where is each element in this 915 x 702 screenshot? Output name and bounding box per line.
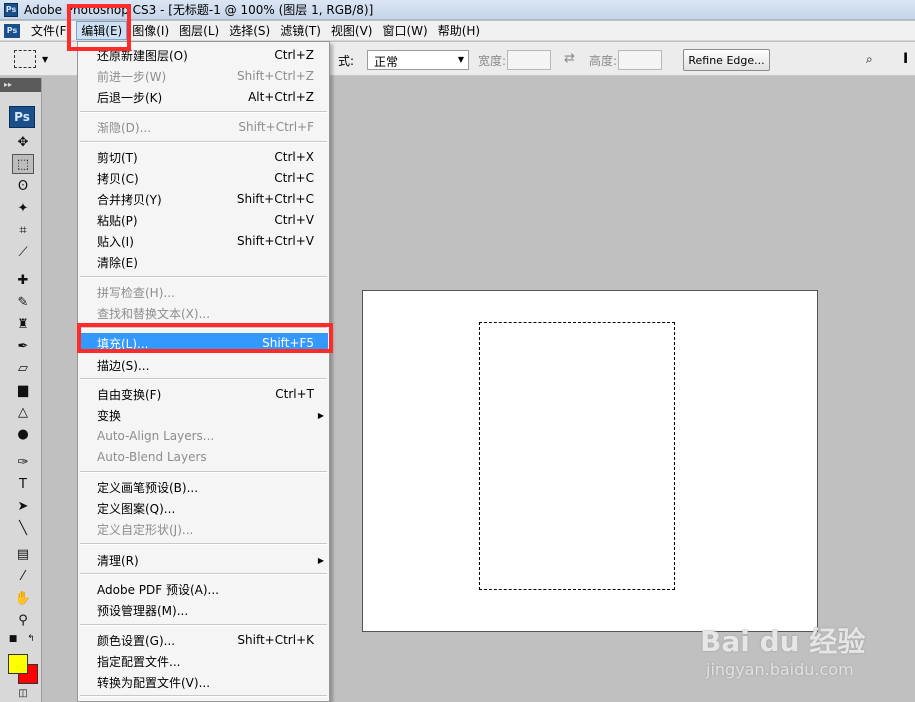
lasso-tool-icon[interactable]: ʘ <box>12 176 34 196</box>
menu-item-fade: 渐隐(D)... Shift+Ctrl+F <box>97 120 314 135</box>
annotation-highlight-edit-menu <box>67 4 131 51</box>
menu-separator <box>80 111 327 113</box>
width-label: 宽度: <box>478 54 507 68</box>
menu-item-auto-align-layers: Auto-Align Layers... <box>97 429 215 443</box>
marquee-tool-icon[interactable]: ⬚ <box>12 154 34 174</box>
menu-item-define-custom-shape: 定义自定形状(J)... <box>97 522 194 537</box>
menu-item-color-settings[interactable]: 颜色设置(G)... Shift+Ctrl+K <box>79 630 328 650</box>
menu-layer[interactable]: 图层(L) <box>174 21 224 40</box>
eyedropper-tool-icon[interactable]: ⁄ <box>12 566 34 586</box>
menu-item-copy-merged[interactable]: 合并拷贝(Y) Shift+Ctrl+C <box>79 189 328 209</box>
menu-item-cut[interactable]: 剪切(T) Ctrl+X <box>79 147 328 167</box>
path-selection-tool-icon[interactable]: ➤ <box>12 496 34 516</box>
photoshop-app-icon: Ps <box>4 2 18 17</box>
submenu-arrow-icon: ▶ <box>317 410 324 420</box>
panel-toggle-icon[interactable]: I <box>903 51 908 67</box>
menu-item-stroke[interactable]: 描边(S)... <box>79 355 328 375</box>
menu-item-copy[interactable]: 拷贝(C) Ctrl+C <box>79 168 328 188</box>
quick-mask-icon[interactable]: ◫ <box>12 686 34 700</box>
menu-separator <box>80 624 327 626</box>
hand-tool-icon[interactable]: ✋ <box>12 588 34 608</box>
move-tool-icon[interactable]: ✥ <box>12 132 34 152</box>
watermark-brand: Bai du 经验 <box>700 625 866 658</box>
menu-item-paste-into[interactable]: 贴入(I) Shift+Ctrl+V <box>79 231 328 251</box>
type-tool-icon[interactable]: T <box>12 474 34 494</box>
style-select[interactable]: 正常 ▼ <box>367 50 469 70</box>
edit-menu-dropdown: 还原新建图层(O) Ctrl+Z 前进一步(W) Shift+Ctrl+Z 后退一步… <box>77 41 330 702</box>
swap-icon[interactable]: ⇄ <box>564 51 575 66</box>
healing-brush-tool-icon[interactable]: ✚ <box>12 270 34 290</box>
menu-separator <box>80 276 327 278</box>
menu-item-step-backward[interactable]: 后退一步(K) Alt+Ctrl+Z <box>79 87 328 107</box>
chevron-down-icon: ▼ <box>457 55 464 64</box>
menu-separator <box>80 543 327 545</box>
marquee-selection <box>479 322 675 590</box>
brush-tool-icon[interactable]: ✎ <box>12 292 34 312</box>
menu-item-convert-to-profile[interactable]: 转换为配置文件(V)... <box>79 672 328 692</box>
menu-item-clear[interactable]: 清除(E) <box>79 252 328 272</box>
style-label: 式: <box>338 54 355 68</box>
menu-item-transform[interactable]: 变换 ▶ <box>79 405 328 425</box>
menu-item-auto-blend-layers: Auto-Blend Layers <box>97 450 207 464</box>
crop-tool-icon[interactable]: ⌗ <box>12 220 34 240</box>
menu-help[interactable]: 帮助(H) <box>433 21 485 40</box>
menu-separator <box>80 378 327 380</box>
menu-item-check-spelling: 拼写检查(H)... <box>97 285 175 300</box>
history-brush-tool-icon[interactable]: ✒ <box>12 336 34 356</box>
height-label: 高度: <box>589 54 618 68</box>
eraser-tool-icon[interactable]: ▱ <box>12 358 34 378</box>
menu-item-define-pattern[interactable]: 定义图案(Q)... <box>79 498 328 518</box>
clone-stamp-tool-icon[interactable]: ♜ <box>12 314 34 334</box>
menu-item-paste[interactable]: 粘贴(P) Ctrl+V <box>79 210 328 230</box>
palette-grip-icon[interactable]: ▸▸ <box>0 78 41 92</box>
zoom-tool-icon[interactable]: ⚲ <box>12 610 34 630</box>
photoshop-logo[interactable]: Ps <box>9 106 35 128</box>
dodge-tool-icon[interactable]: ● <box>12 424 34 444</box>
menu-view[interactable]: 视图(V) <box>326 21 378 40</box>
slice-tool-icon[interactable]: ⟋ <box>12 242 34 262</box>
menu-window[interactable]: 窗口(W) <box>377 21 432 40</box>
pen-tool-icon[interactable]: ✑ <box>12 452 34 472</box>
swap-colors-icon[interactable]: ↰ <box>24 632 38 646</box>
default-colors-icon[interactable]: ■ <box>6 632 20 646</box>
line-tool-icon[interactable]: ╲ <box>12 518 34 538</box>
watermark-url: jingyan.baidu.com <box>706 660 854 679</box>
title-bar: Ps Adobe Photoshop CS3 - [无标题-1 @ 100% (… <box>0 0 915 20</box>
width-input[interactable] <box>507 50 551 70</box>
preset-dropdown-arrow-icon[interactable]: ▼ <box>42 55 48 64</box>
menu-separator <box>80 573 327 575</box>
menu-select[interactable]: 选择(S) <box>224 21 275 40</box>
menu-separator <box>80 695 327 697</box>
refine-edge-button[interactable]: Refine Edge... <box>683 49 770 71</box>
menu-filter[interactable]: 滤镜(T) <box>275 21 326 40</box>
document-canvas[interactable] <box>362 290 818 632</box>
foreground-color-swatch[interactable] <box>8 654 28 674</box>
menu-item-purge[interactable]: 清理(R) ▶ <box>79 550 328 570</box>
gradient-tool-icon[interactable]: ▆ <box>12 380 34 400</box>
menu-item-adobe-pdf-presets[interactable]: Adobe PDF 预设(A)... <box>79 579 328 599</box>
annotation-highlight-fill-item <box>77 323 333 353</box>
style-select-value: 正常 <box>374 55 399 69</box>
submenu-arrow-icon: ▶ <box>317 555 324 565</box>
ps-menu-icon[interactable]: Ps <box>4 23 20 38</box>
menu-item-find-replace: 查找和替换文本(X)... <box>97 306 211 321</box>
notes-tool-icon[interactable]: ▤ <box>12 544 34 564</box>
magic-wand-tool-icon[interactable]: ✦ <box>12 198 34 218</box>
menu-item-assign-profile[interactable]: 指定配置文件... <box>79 651 328 671</box>
menu-separator <box>80 471 327 473</box>
menu-item-define-brush-preset[interactable]: 定义画笔预设(B)... <box>79 477 328 497</box>
menu-item-preset-manager[interactable]: 预设管理器(M)... <box>79 600 328 620</box>
marquee-preset-icon[interactable] <box>14 50 36 68</box>
height-input[interactable] <box>618 50 662 70</box>
menu-image[interactable]: 图像(I) <box>127 21 174 40</box>
menu-item-free-transform[interactable]: 自由变换(F) Ctrl+T <box>79 384 328 404</box>
menu-item-step-forward: 前进一步(W) Shift+Ctrl+Z <box>97 69 314 84</box>
menu-separator <box>80 141 327 143</box>
menu-bar: Ps 文件(F) 编辑(E) 图像(I) 图层(L) 选择(S) 滤镜(T) 视… <box>0 21 915 41</box>
bridge-icon[interactable]: ⌕ <box>866 52 886 68</box>
blur-tool-icon[interactable]: △ <box>12 402 34 422</box>
